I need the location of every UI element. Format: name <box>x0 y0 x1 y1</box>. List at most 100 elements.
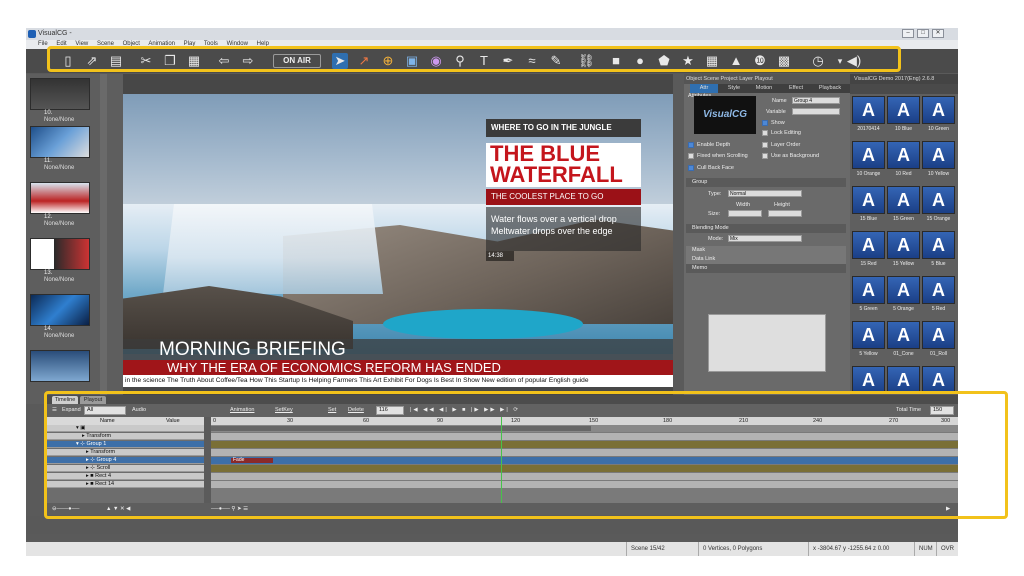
library-tile[interactable]: A <box>887 96 920 124</box>
property-top-tabs[interactable]: Object Scene Project Layer Playout <box>684 74 850 84</box>
library-tile[interactable]: A <box>887 276 920 304</box>
mask-section[interactable]: Mask <box>686 246 846 255</box>
layer-order-checkbox[interactable] <box>762 142 768 148</box>
link-icon[interactable]: ⛓ <box>578 53 595 69</box>
on-air-button[interactable]: ON AIR <box>273 54 321 68</box>
total-time-field[interactable]: 150 <box>930 406 954 415</box>
track-bar[interactable] <box>211 449 958 456</box>
media-tool-icon[interactable]: ▩ <box>776 53 792 69</box>
memo-textarea[interactable] <box>708 314 826 372</box>
library-tile[interactable]: A <box>887 321 920 349</box>
tab-attr[interactable]: Attr <box>690 84 718 93</box>
library-tile[interactable]: A <box>852 96 885 124</box>
track-bar[interactable] <box>211 433 958 440</box>
library-tile[interactable]: A <box>852 231 885 259</box>
library-tile[interactable]: A <box>852 321 885 349</box>
maximize-button[interactable]: □ <box>917 29 929 38</box>
library-tile[interactable]: A <box>922 96 955 124</box>
redo-icon[interactable]: ⇨ <box>240 53 256 69</box>
fade-clip[interactable]: Fade <box>231 458 273 463</box>
menu-help[interactable]: Help <box>257 41 269 47</box>
variable-field[interactable] <box>792 108 840 115</box>
polygon-tool-icon[interactable]: ⬟ <box>656 53 672 69</box>
briefing-lower-third[interactable]: MORNING BRIEFING <box>123 339 673 361</box>
scene-item[interactable]: 10. None/None <box>30 78 96 124</box>
minimize-button[interactable]: – <box>902 29 914 38</box>
tab-timeline[interactable]: Timeline <box>52 396 78 404</box>
playback-controls[interactable]: |◀ ◀◀ ◀| ▶ ■ |▶ ▶▶ ▶| ⟳ <box>410 406 520 415</box>
track-clip[interactable] <box>211 426 591 431</box>
track-bar[interactable] <box>211 441 958 448</box>
clock-tool-icon[interactable]: ◷ <box>810 53 826 69</box>
menu-animation[interactable]: Animation <box>148 41 175 47</box>
library-tile[interactable]: A <box>852 186 885 214</box>
scene-list-scrollbar[interactable] <box>100 74 107 404</box>
track-bar[interactable] <box>211 481 958 488</box>
tree-row[interactable]: ▾ ⊹ Group 1 <box>46 441 204 448</box>
data-link-section[interactable]: Data Link <box>686 255 846 264</box>
show-checkbox[interactable] <box>762 120 768 126</box>
pen-tool-icon[interactable]: ✒ <box>500 53 516 69</box>
menu-edit[interactable]: Edit <box>56 41 66 47</box>
timeline-tracks[interactable]: 0 30 60 90 120 150 180 210 240 270 300 F… <box>211 417 958 503</box>
library-tile[interactable]: A <box>922 231 955 259</box>
select-arrow-icon[interactable]: ➤ <box>332 53 348 69</box>
scale-icon[interactable]: ▣ <box>404 53 420 69</box>
menu-play[interactable]: Play <box>184 41 196 47</box>
circle-tool-icon[interactable]: ● <box>632 53 648 69</box>
tab-style[interactable]: Style <box>720 84 748 93</box>
menu-view[interactable]: View <box>75 41 88 47</box>
type-select[interactable]: Normal <box>728 190 802 197</box>
cull-back-checkbox[interactable] <box>688 165 694 171</box>
tab-playout[interactable]: Playout <box>80 396 106 404</box>
cut-icon[interactable]: ✂ <box>138 53 154 69</box>
width-field[interactable] <box>728 210 762 217</box>
tree-row[interactable]: ▸ Transform <box>46 449 204 456</box>
tab-effect[interactable]: Effect <box>782 84 810 93</box>
mode-select[interactable]: Mix <box>728 235 802 242</box>
table-tool-icon[interactable]: ▦ <box>704 53 720 69</box>
tree-row[interactable]: ▸ ⊹ Group 4 <box>46 457 204 464</box>
library-tile[interactable]: A <box>922 276 955 304</box>
track-bar[interactable]: Fade <box>211 457 958 464</box>
menu-scene[interactable]: Scene <box>97 41 114 47</box>
memo-section[interactable]: Memo <box>686 264 846 273</box>
camera-icon[interactable]: ◉ <box>428 53 444 69</box>
track-bar[interactable] <box>211 473 958 480</box>
broadcast-canvas[interactable]: WHERE TO GO IN THE JUNGLE THE BLUE WATER… <box>123 94 673 387</box>
paste-icon[interactable]: ▦ <box>186 53 202 69</box>
library-tile[interactable]: A <box>852 276 885 304</box>
audio-select[interactable]: Audio <box>132 406 146 415</box>
lock-editing-checkbox[interactable] <box>762 130 768 136</box>
library-tile[interactable]: A <box>887 231 920 259</box>
menu-window[interactable]: Window <box>227 41 248 47</box>
scene-item[interactable]: 13. None/None <box>30 238 96 284</box>
counter-tool-icon[interactable]: ❿ <box>752 53 768 69</box>
copy-icon[interactable]: ❐ <box>162 53 178 69</box>
scene-item[interactable]: 11. None/None <box>30 126 96 172</box>
chart-tool-icon[interactable]: ▲ <box>728 53 744 69</box>
move-axis-icon[interactable]: ↗ <box>356 53 372 69</box>
new-file-icon[interactable]: ▯ <box>60 53 76 69</box>
tree-row[interactable]: ▸ ■ Rect 14 <box>46 481 204 488</box>
info-card-graphic[interactable]: WHERE TO GO IN THE JUNGLE THE BLUE WATER… <box>486 119 641 269</box>
use-background-checkbox[interactable] <box>762 153 768 159</box>
menu-tools[interactable]: Tools <box>204 41 218 47</box>
zoom-slider[interactable]: ⊖───●── <box>52 505 79 514</box>
playhead[interactable] <box>501 417 502 503</box>
headline-lower-third[interactable]: WHY THE ERA OF ECONOMICS REFORM HAS ENDE… <box>123 360 673 375</box>
rectangle-tool-icon[interactable]: ■ <box>608 53 624 69</box>
scene-item[interactable]: 14. None/None <box>30 294 96 340</box>
delete-button[interactable]: Delete <box>348 406 364 415</box>
scene-item[interactable] <box>30 350 96 396</box>
menu-object[interactable]: Object <box>123 41 140 47</box>
library-tile[interactable]: A <box>922 186 955 214</box>
scene-item[interactable]: 12. None/None <box>30 182 96 228</box>
height-field[interactable] <box>768 210 802 217</box>
close-button[interactable]: ✕ <box>932 29 944 38</box>
tree-row[interactable]: ▸ ⊹ Scroll <box>46 465 204 472</box>
enable-depth-checkbox[interactable] <box>688 142 694 148</box>
setkey-button[interactable]: SetKey <box>275 406 293 415</box>
fixed-scrolling-checkbox[interactable] <box>688 153 694 159</box>
curve-tool-icon[interactable]: ≈ <box>524 53 540 69</box>
